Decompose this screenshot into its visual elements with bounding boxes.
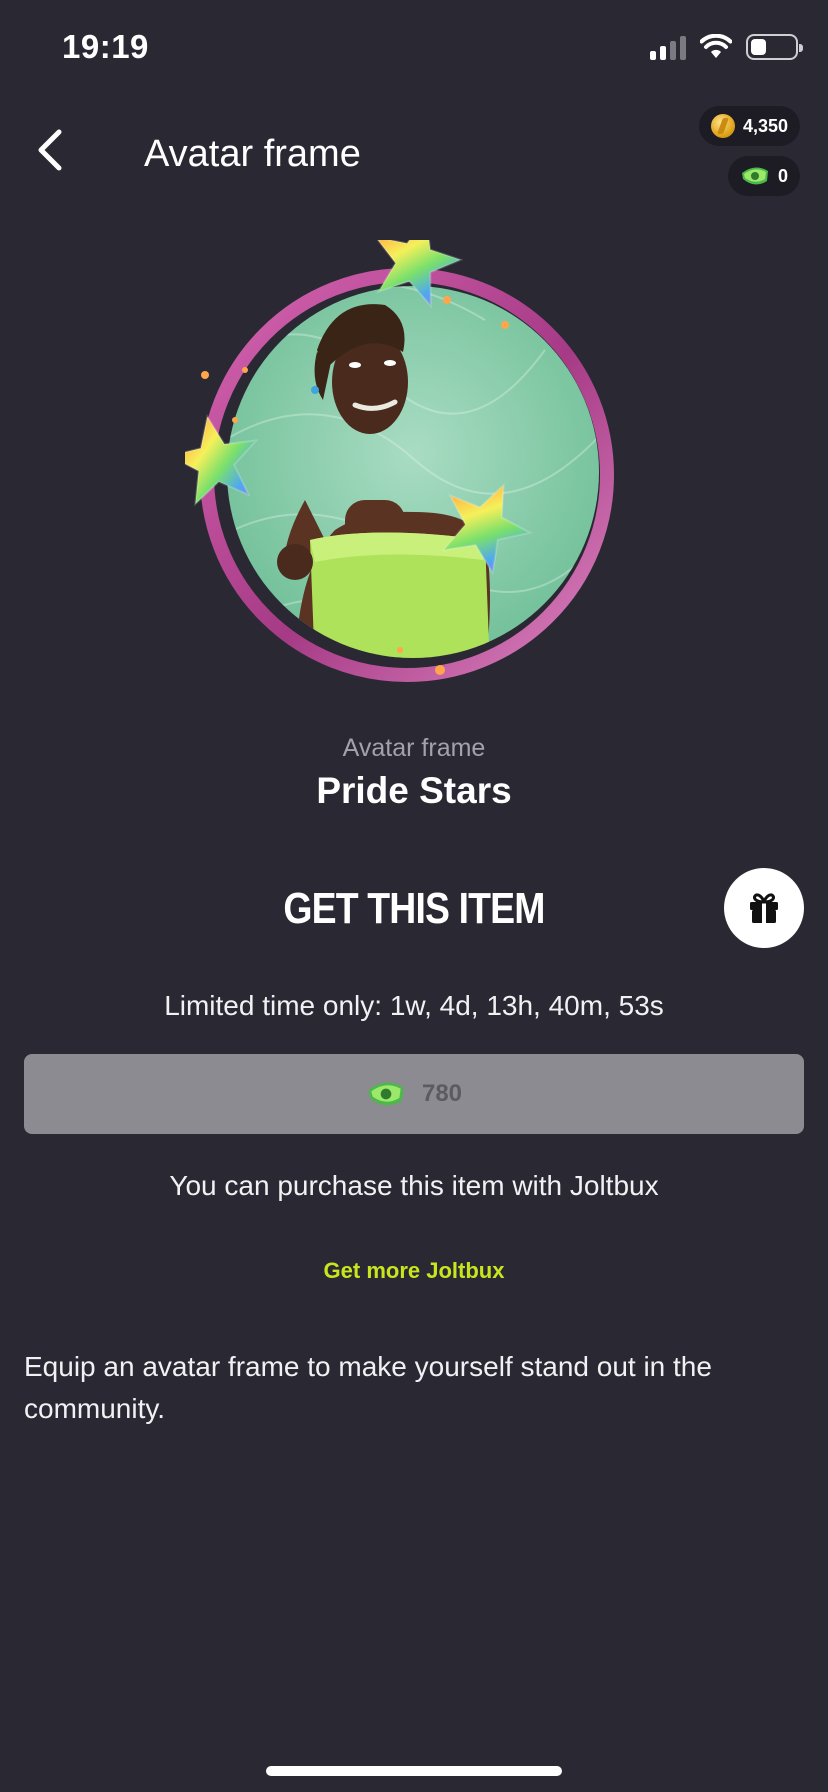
gift-icon bbox=[750, 893, 778, 923]
avatar-frame-screen: 19:19 Avatar frame 4,350 0 Avatar frame … bbox=[0, 0, 828, 1792]
home-indicator[interactable] bbox=[266, 1766, 562, 1776]
avatar-frame-preview bbox=[185, 240, 614, 682]
item-type-label: Avatar frame bbox=[342, 734, 486, 762]
coin-icon bbox=[710, 114, 735, 138]
status-icons bbox=[650, 34, 803, 60]
limited-time-countdown: Limited time only: 1w, 4d, 13h, 40m, 53s bbox=[164, 990, 664, 1021]
purchase-button[interactable]: 780 bbox=[24, 1054, 804, 1134]
battery-level bbox=[751, 39, 766, 55]
coins-balance[interactable]: 4,350 bbox=[698, 106, 800, 146]
get-more-joltbux-link[interactable]: Get more Joltbux bbox=[0, 1258, 828, 1284]
item-description: Equip an avatar frame to make yourself s… bbox=[24, 1351, 712, 1424]
wifi-icon bbox=[700, 34, 732, 58]
back-button[interactable] bbox=[22, 122, 78, 178]
joltbux-balance[interactable]: 0 bbox=[727, 156, 800, 196]
cellular-signal-icon bbox=[650, 34, 686, 60]
joltbux-icon bbox=[741, 167, 768, 185]
get-item-heading: GET THIS ITEM bbox=[283, 884, 545, 933]
page-title: Avatar frame bbox=[144, 133, 361, 175]
purchase-note: You can purchase this item with Joltbux bbox=[169, 1170, 659, 1201]
joltbux-balance-value: 0 bbox=[777, 165, 788, 186]
chevron-left-icon bbox=[38, 129, 62, 171]
joltbux-icon bbox=[368, 1082, 404, 1106]
status-time: 19:19 bbox=[62, 28, 149, 65]
gift-button[interactable] bbox=[724, 868, 804, 948]
item-name: Pride Stars bbox=[316, 770, 512, 811]
coins-balance-value: 4,350 bbox=[742, 115, 788, 136]
price-value: 780 bbox=[421, 1080, 463, 1107]
battery-icon bbox=[746, 34, 803, 60]
